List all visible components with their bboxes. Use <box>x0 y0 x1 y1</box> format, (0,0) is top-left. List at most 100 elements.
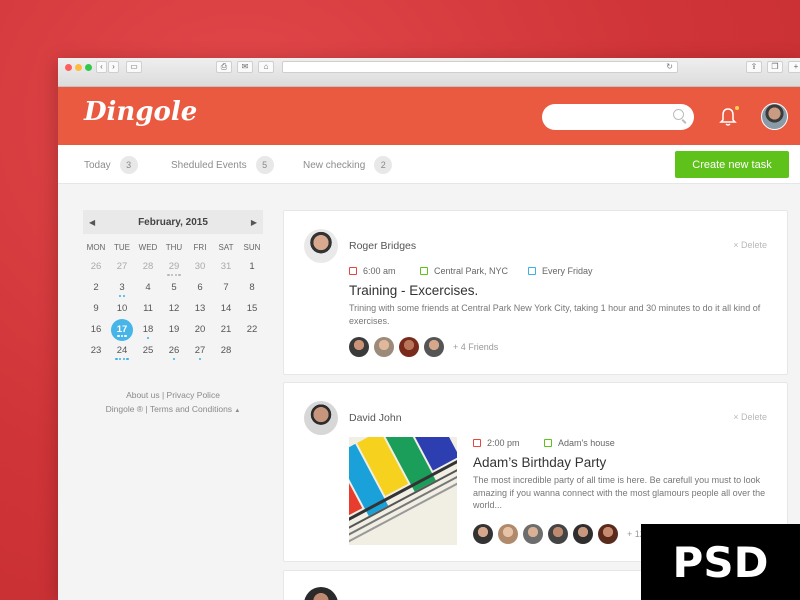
friend-avatar[interactable] <box>349 337 369 357</box>
calendar-day[interactable]: 8 <box>239 277 265 298</box>
calendar-day[interactable]: 26 <box>83 256 109 277</box>
calendar-day[interactable]: 7 <box>213 277 239 298</box>
calendar-day[interactable]: 1 <box>239 256 265 277</box>
calendar-day[interactable]: 9 <box>83 298 109 319</box>
calendar-day[interactable]: 10 <box>109 298 135 319</box>
calendar-day[interactable]: 22 <box>239 319 265 340</box>
calendar-day[interactable]: 20 <box>187 319 213 340</box>
tab-today[interactable]: Today 3 <box>84 156 138 174</box>
calendar-day[interactable]: 14 <box>213 298 239 319</box>
calendar-day[interactable]: 16 <box>83 319 109 340</box>
calendar-day-number: 28 <box>220 345 232 356</box>
calendar: ◀ February, 2015 ▶ MON TUE WED THU FRI SAT SUN… <box>83 210 263 361</box>
maximize-window-button[interactable] <box>85 64 92 71</box>
close-window-button[interactable] <box>65 64 72 71</box>
user-avatar[interactable] <box>761 103 788 130</box>
friend-avatar[interactable] <box>498 524 518 544</box>
footer-line-about[interactable]: About us | Privacy Police <box>83 388 263 402</box>
calendar-day[interactable]: 6 <box>187 277 213 298</box>
friend-avatar[interactable] <box>399 337 419 357</box>
calendar-day[interactable]: 29 <box>161 256 187 277</box>
event-title[interactable]: Training - Excercises. <box>349 283 478 298</box>
tab-label: New checking <box>303 159 366 171</box>
avatar[interactable] <box>304 401 338 435</box>
event-description: Trining with some friends at Central Par… <box>349 303 761 326</box>
calendar-day[interactable]: 27 <box>109 256 135 277</box>
friend-avatar[interactable] <box>598 524 618 544</box>
calendar-weekday: MON <box>86 243 106 252</box>
print-icon[interactable]: ⎙ <box>216 61 232 73</box>
avatar[interactable] <box>304 587 338 600</box>
calendar-day-number: 20 <box>194 324 206 335</box>
browser-window: ‹ › ▭ ⎙ ✉ ⌂ ↻ ⇪ ❐ + Dingole Today 3 Shed… <box>58 58 800 600</box>
friend-avatar[interactable] <box>424 337 444 357</box>
calendar-day[interactable]: 12 <box>161 298 187 319</box>
sidebar-icon[interactable]: ▭ <box>126 61 142 73</box>
forward-icon[interactable]: › <box>108 61 119 73</box>
calendar-day[interactable]: 17 <box>109 319 135 341</box>
tab-sheduled-events[interactable]: Sheduled Events 5 <box>171 156 274 174</box>
delete-button[interactable]: × Delete <box>733 412 767 422</box>
calendar-day[interactable]: 25 <box>135 340 161 361</box>
friend-avatar[interactable] <box>548 524 568 544</box>
friend-avatar[interactable] <box>523 524 543 544</box>
tabs-icon[interactable]: ❐ <box>767 61 783 73</box>
calendar-day[interactable]: 15 <box>239 298 265 319</box>
friend-avatar[interactable] <box>374 337 394 357</box>
calendar-weekday: TUE <box>114 243 130 252</box>
calendar-day[interactable]: 28 <box>135 256 161 277</box>
footer-line-terms[interactable]: Dingole ® | Terms and Conditions ▲ <box>83 402 263 418</box>
calendar-day[interactable]: 5 <box>161 277 187 298</box>
logo[interactable]: Dingole <box>84 97 197 127</box>
event-time-value: 6:00 am <box>363 266 396 276</box>
calendar-day-number: 8 <box>249 282 255 293</box>
search-icon[interactable] <box>673 109 684 120</box>
new-tab-icon[interactable]: + <box>788 61 800 73</box>
calendar-day[interactable]: 21 <box>213 319 239 340</box>
search-input[interactable] <box>542 104 694 130</box>
calendar-day-number: 28 <box>142 261 154 272</box>
avatar[interactable] <box>304 229 338 263</box>
calendar-day-number: 13 <box>194 303 206 314</box>
calendar-day[interactable]: 28 <box>213 340 239 361</box>
tab-bar: Today 3 Sheduled Events 5 New checking 2… <box>58 145 800 184</box>
reload-icon[interactable]: ↻ <box>666 62 673 71</box>
friend-avatar[interactable] <box>573 524 593 544</box>
calendar-day-number: 14 <box>220 303 232 314</box>
calendar-day[interactable]: 26 <box>161 340 187 361</box>
share-icon[interactable]: ⇪ <box>746 61 762 73</box>
calendar-day[interactable]: 30 <box>187 256 213 277</box>
calendar-day-number: 6 <box>197 282 203 293</box>
calendar-day[interactable]: 18 <box>135 319 161 340</box>
calendar-day[interactable]: 31 <box>213 256 239 277</box>
event-indicator <box>109 334 135 340</box>
delete-button[interactable]: × Delete <box>733 240 767 250</box>
calendar-day[interactable]: 4 <box>135 277 161 298</box>
back-icon[interactable]: ‹ <box>96 61 107 73</box>
mail-icon[interactable]: ✉ <box>237 61 253 73</box>
calendar-day[interactable]: 3 <box>109 277 135 298</box>
calendar-header: ◀ February, 2015 ▶ <box>83 210 263 234</box>
address-bar[interactable]: ↻ <box>282 61 678 73</box>
calendar-day[interactable]: 19 <box>161 319 187 340</box>
calendar-day[interactable]: 24 <box>109 340 135 361</box>
friends-more-label[interactable]: + 4 Friends <box>453 342 498 352</box>
home-icon[interactable]: ⌂ <box>258 61 274 73</box>
calendar-weekday: SAT <box>218 243 234 252</box>
minimize-window-button[interactable] <box>75 64 82 71</box>
tab-new-checking[interactable]: New checking 2 <box>303 156 393 174</box>
event-user-name[interactable]: David John <box>349 412 402 424</box>
calendar-day[interactable]: 13 <box>187 298 213 319</box>
close-icon: × <box>733 412 739 422</box>
friends-list: + 4 Friends <box>349 337 498 357</box>
calendar-day[interactable]: 11 <box>135 298 161 319</box>
prev-month-icon[interactable]: ◀ <box>89 218 95 227</box>
next-month-icon[interactable]: ▶ <box>251 218 257 227</box>
calendar-day[interactable]: 23 <box>83 340 109 361</box>
event-title[interactable]: Adam’s Birthday Party <box>473 455 606 470</box>
friend-avatar[interactable] <box>473 524 493 544</box>
create-task-button[interactable]: Create new task <box>675 151 789 178</box>
calendar-day[interactable]: 27 <box>187 340 213 361</box>
calendar-day[interactable]: 2 <box>83 277 109 298</box>
event-user-name[interactable]: Roger Bridges <box>349 240 416 252</box>
